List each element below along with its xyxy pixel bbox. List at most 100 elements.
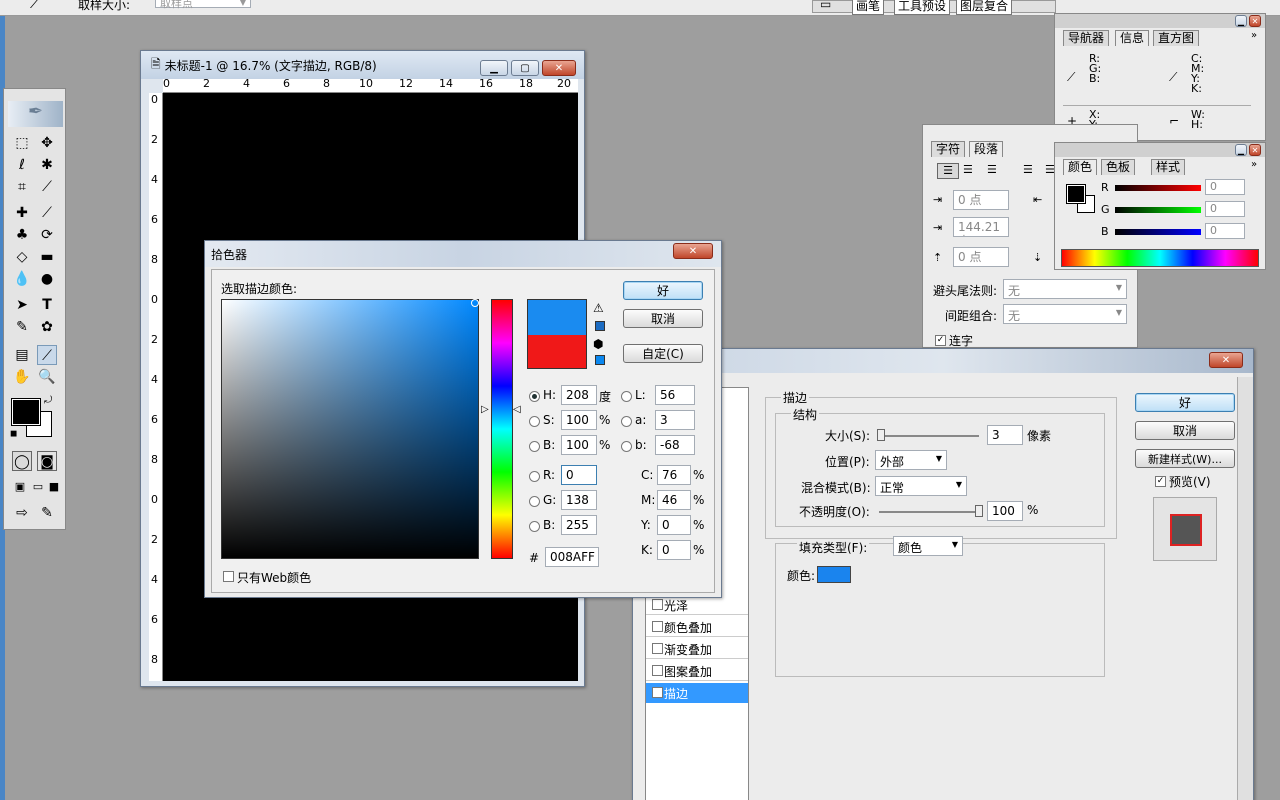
style-checkbox[interactable] [652,599,663,610]
blend-mode-select[interactable]: 正常 [875,476,967,496]
blur-tool-icon[interactable]: 💧 [12,269,32,289]
web-only-checkbox[interactable] [223,571,234,582]
notes-tool-icon[interactable]: ▤ [12,345,32,365]
screen-mode-full-icon[interactable]: ■ [44,477,64,497]
a-field[interactable]: 3 [655,410,695,430]
rgb-b-radio[interactable] [529,521,540,532]
layer-style-titlebar[interactable] [633,349,1253,373]
tab-swatches[interactable]: 色板 [1101,159,1136,175]
g-slider-track[interactable] [1115,207,1201,213]
style-list-item[interactable]: 光泽 [646,595,748,615]
eraser-tool-icon[interactable]: ◇ [12,247,32,267]
gradient-tool-icon[interactable]: ▬ [37,247,57,267]
well-tab-layer-comps[interactable]: 图层复合 [956,0,1013,15]
quickmask-mode-icon[interactable]: ◙ [37,451,57,471]
preview-checkbox[interactable]: ✓ [1155,476,1166,487]
h-radio[interactable] [529,391,540,402]
first-line-indent-field[interactable]: 144.21 点 [953,217,1009,237]
pen-tool-icon[interactable]: ✎ [12,317,32,337]
dodge-tool-icon[interactable]: ● [37,269,57,289]
tab-histogram[interactable]: 直方图 [1153,30,1200,46]
saturation-brightness-field[interactable] [221,299,479,559]
position-select[interactable]: 外部 [875,450,947,470]
h-field[interactable]: 208 [561,385,597,405]
close-icon[interactable]: ✕ [542,60,576,76]
web-safe-cube-icon[interactable]: ⬢ [593,337,603,351]
web-safe-swatch[interactable] [595,355,605,365]
jump-to-icon[interactable]: ✎ [37,503,57,523]
opacity-slider-thumb[interactable] [975,505,983,517]
r-radio[interactable] [529,471,540,482]
m-field[interactable]: 46 [657,490,691,510]
panel-menu-icon[interactable]: » [1251,30,1257,41]
close-icon[interactable]: ✕ [1209,352,1243,368]
tab-info[interactable]: 信息 [1115,30,1150,46]
default-colors-icon[interactable]: ◼ [10,429,17,439]
tab-color[interactable]: 颜色 [1063,159,1098,175]
history-brush-icon[interactable]: ⟳ [37,225,57,245]
opacity-slider[interactable] [879,511,979,513]
align-left-icon[interactable]: ☰ [937,163,959,179]
b-radio[interactable] [529,441,540,452]
current-color-swatch[interactable] [527,335,587,369]
clone-stamp-icon[interactable]: ♣ [12,225,32,245]
panel-close-icon[interactable]: ✕ [1249,144,1261,156]
color-picker-titlebar[interactable]: 拾色器 [205,241,721,267]
style-list-item[interactable]: 颜色叠加 [646,617,748,637]
style-checkbox[interactable]: ✓ [652,687,663,698]
healing-brush-icon[interactable]: ✚ [12,203,32,223]
gamut-warning-icon[interactable]: ⚠ [593,301,604,315]
r-value-field[interactable]: 0 [1205,179,1245,195]
screen-mode-icon[interactable]: ▣ [10,477,30,497]
imageready-icon[interactable]: ⇨ [12,503,32,523]
spacing-select[interactable]: 无 [1003,304,1127,324]
close-icon[interactable]: ✕ [673,243,713,259]
panel-minimize-icon[interactable]: ▁ [1235,15,1247,27]
hand-tool-icon[interactable]: ✋ [12,367,32,387]
custom-shape-icon[interactable]: ✿ [37,317,57,337]
tab-navigator[interactable]: 导航器 [1063,30,1110,46]
brush-tool-icon[interactable]: ⟋ [37,203,57,223]
eyedropper-icon[interactable]: ⟋ [30,0,40,12]
slice-tool-icon[interactable]: ⟋ [37,177,57,197]
size-field[interactable]: 3 [987,425,1023,445]
maximize-icon[interactable]: ▢ [511,60,539,76]
style-list-item[interactable]: 渐变叠加 [646,639,748,659]
style-checkbox[interactable] [652,621,663,632]
s-field[interactable]: 100 [561,410,597,430]
type-tool-icon[interactable]: T [37,295,57,315]
g-radio[interactable] [529,496,540,507]
a-radio[interactable] [621,416,632,427]
tab-paragraph[interactable]: 段落 [969,141,1004,157]
tab-character[interactable]: 字符 [931,141,966,157]
stroke-color-swatch[interactable] [817,566,851,583]
size-slider[interactable] [879,435,979,437]
hex-field[interactable]: 008AFF [545,547,599,567]
style-list-item-selected[interactable]: ✓ 描边 [646,683,748,703]
indent-left-field[interactable]: 0 点 [953,190,1009,210]
standard-mode-icon[interactable]: ◯ [12,451,32,471]
minimize-icon[interactable]: ▁ [480,60,508,76]
opacity-field[interactable]: 100 [987,501,1023,521]
g-value-field[interactable]: 0 [1205,201,1245,217]
panel-menu-icon[interactable]: » [1251,159,1257,170]
r-field[interactable]: 0 [561,465,597,485]
style-checkbox[interactable] [652,643,663,654]
cancel-button[interactable]: 取消 [623,309,703,328]
spectrum-bar[interactable] [1061,249,1259,267]
custom-colors-button[interactable]: 自定(C) [623,344,703,363]
b-value-field[interactable]: 0 [1205,223,1245,239]
tab-styles[interactable]: 样式 [1151,159,1186,175]
magic-wand-icon[interactable]: ✱ [37,155,57,175]
move-tool-icon[interactable]: ✥ [37,133,57,153]
panel-minimize-icon[interactable]: ▁ [1235,144,1247,156]
size-slider-thumb[interactable] [877,429,885,441]
justify-icon[interactable]: ☰ [1023,163,1033,176]
eyedropper-tool-icon[interactable]: ⟋ [37,345,57,365]
style-checkbox[interactable] [652,665,663,676]
zoom-tool-icon[interactable]: 🔍 [37,367,57,387]
r-slider-track[interactable] [1115,185,1201,191]
cancel-button[interactable]: 取消 [1135,421,1235,440]
l-field[interactable]: 56 [655,385,695,405]
well-tab-brushes[interactable]: 画笔 [852,0,885,15]
